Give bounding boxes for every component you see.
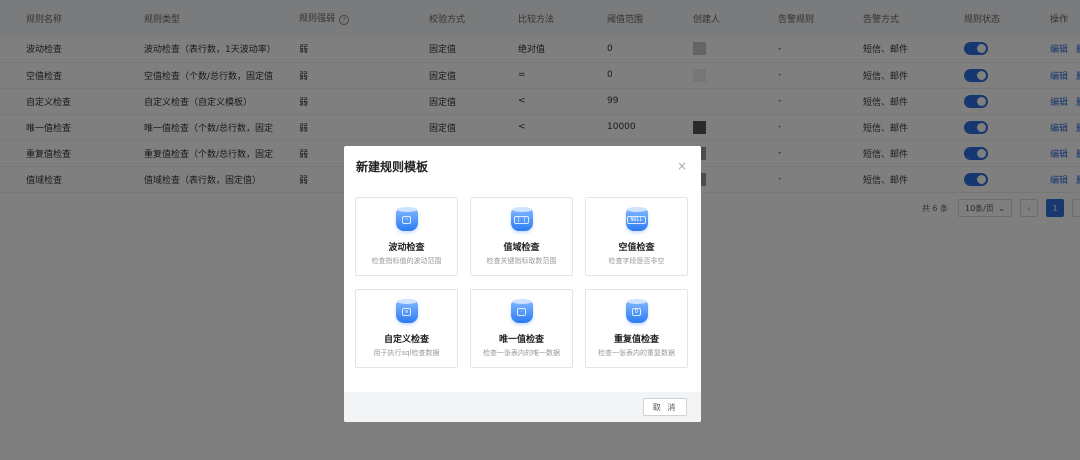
card-desc: 检查一张表内的唯一数据 [483, 349, 560, 357]
fluctuation-icon: ~ [395, 207, 418, 231]
range-icon: [ ] [510, 207, 533, 231]
template-card-unique[interactable]: · 唯一值检查 检查一张表内的唯一数据 [470, 289, 573, 368]
null-icon: NULL [625, 207, 648, 231]
new-rule-template-dialog: 新建规则模板 × ~ 波动检查 检查指标值的波动范围 [ ] 值域检查 检查关键… [344, 146, 701, 422]
card-title: 唯一值检查 [498, 335, 544, 345]
template-card-null[interactable]: NULL 空值检查 检查字段是否非空 [585, 197, 688, 276]
template-card-fluctuation[interactable]: ~ 波动检查 检查指标值的波动范围 [355, 197, 458, 276]
card-desc: 检查一张表内的重复数据 [598, 349, 675, 357]
custom-icon: ≡ [395, 299, 418, 323]
card-title: 值域检查 [503, 243, 540, 253]
card-desc: 检查字段是否非空 [608, 257, 665, 265]
modal-footer: 取 消 [344, 392, 701, 422]
card-desc: 检查关键指标取数范围 [486, 257, 557, 265]
template-card-custom[interactable]: ≡ 自定义检查 用于执行sql检查数据 [355, 289, 458, 368]
duplicate-icon: D [625, 299, 648, 323]
card-title: 重复值检查 [613, 335, 659, 345]
close-icon[interactable]: × [677, 160, 687, 172]
card-title: 空值检查 [618, 243, 655, 253]
card-desc: 用于执行sql检查数据 [373, 349, 440, 357]
card-title: 自定义检查 [383, 335, 429, 345]
modal-title: 新建规则模板 [356, 159, 429, 174]
card-title: 波动检查 [388, 243, 425, 253]
unique-icon: · [510, 299, 533, 323]
template-card-range[interactable]: [ ] 值域检查 检查关键指标取数范围 [470, 197, 573, 276]
template-card-duplicate[interactable]: D 重复值检查 检查一张表内的重复数据 [585, 289, 688, 368]
template-card-grid: ~ 波动检查 检查指标值的波动范围 [ ] 值域检查 检查关键指标取数范围 NU… [355, 197, 689, 368]
modal-header: 新建规则模板 × [344, 146, 701, 186]
card-desc: 检查指标值的波动范围 [371, 257, 442, 265]
cancel-button[interactable]: 取 消 [643, 398, 687, 416]
